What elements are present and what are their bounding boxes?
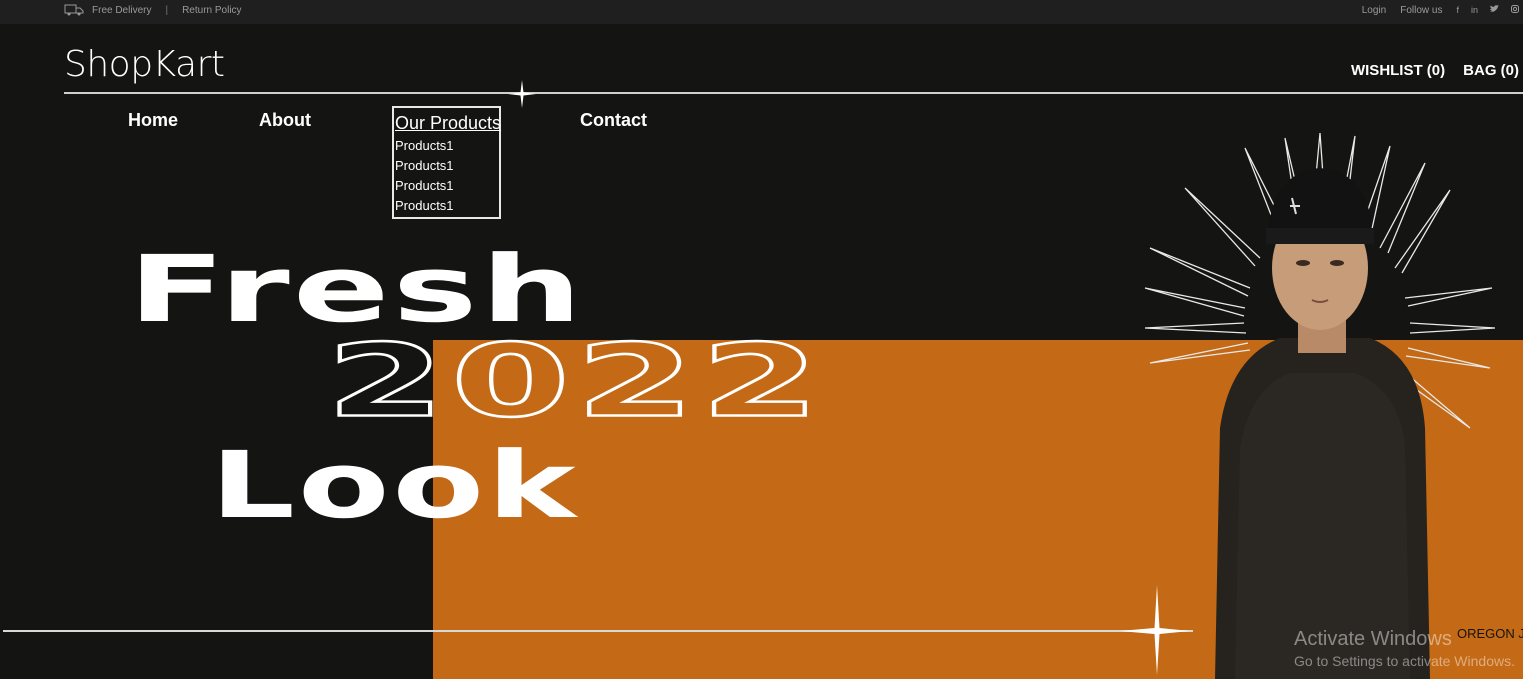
hero-line-year: 2022 <box>324 321 826 441</box>
facebook-icon[interactable]: f <box>1456 5 1459 15</box>
nav-about[interactable]: About <box>259 110 311 131</box>
follow-us-label: Follow us <box>1400 4 1443 16</box>
sparkle-icon <box>508 80 536 108</box>
account-social: Login Follow us f in <box>1362 0 1519 20</box>
header-divider <box>64 92 1523 94</box>
hero-line-look: Look <box>210 432 579 539</box>
activate-windows-watermark: Activate Windows Go to Settings to activ… <box>1294 628 1515 669</box>
nav-contact[interactable]: Contact <box>580 110 647 131</box>
social-links: f in <box>1456 5 1519 15</box>
shipping-info: Free Delivery | Return Policy <box>64 0 242 20</box>
activate-subtitle: Go to Settings to activate Windows. <box>1294 653 1515 669</box>
dropdown-item-products1[interactable]: Products1 <box>395 178 454 193</box>
nav-our-products[interactable]: Our Products <box>395 113 501 134</box>
site-logo[interactable]: ShopKart <box>64 44 225 85</box>
wishlist-link[interactable]: WISHLIST (0) <box>1351 62 1445 79</box>
bag-link[interactable]: BAG (0) <box>1463 62 1519 79</box>
dropdown-item-products1[interactable]: Products1 <box>395 158 454 173</box>
header-actions: WISHLIST (0) BAG (0) <box>1351 62 1519 79</box>
hero-model-image <box>1144 132 1496 679</box>
free-delivery-link[interactable]: Free Delivery <box>92 5 151 16</box>
products-dropdown: Our Products Products1 Products1 Product… <box>392 106 501 219</box>
return-policy-link[interactable]: Return Policy <box>182 5 241 16</box>
nav-home[interactable]: Home <box>128 110 178 131</box>
activate-title: Activate Windows <box>1294 628 1452 650</box>
topbar-separator: | <box>165 4 169 16</box>
sparkle-icon <box>1120 585 1190 675</box>
dropdown-item-products1[interactable]: Products1 <box>395 198 454 213</box>
linkedin-icon[interactable]: in <box>1471 5 1478 15</box>
instagram-icon[interactable] <box>1511 5 1519 15</box>
dropdown-item-products1[interactable]: Products1 <box>395 138 454 153</box>
login-link[interactable]: Login <box>1362 5 1386 16</box>
twitter-icon[interactable] <box>1490 5 1499 15</box>
top-utility-bar: Free Delivery | Return Policy Login Foll… <box>0 0 1523 24</box>
truck-icon <box>64 4 84 16</box>
hero-bottom-divider <box>3 630 1193 632</box>
